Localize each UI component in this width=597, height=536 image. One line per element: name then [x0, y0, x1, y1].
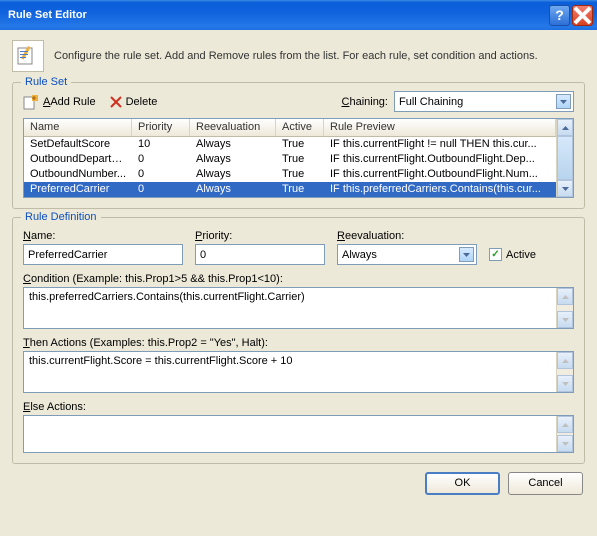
scroll-down-icon[interactable] [557, 180, 573, 197]
else-input[interactable] [23, 415, 574, 453]
else-label: Else Actions: [23, 401, 574, 413]
then-label: Then Actions (Examples: this.Prop2 = "Ye… [23, 337, 574, 349]
then-input[interactable]: this.currentFlight.Score = this.currentF… [23, 351, 574, 393]
rule-definition-group: Rule Definition Name: Priority: Reevalua… [12, 217, 585, 464]
add-rule-icon [23, 94, 39, 110]
scroll-up-icon[interactable] [557, 352, 573, 369]
table-row[interactable]: SetDefaultScore 10 Always True IF this.c… [24, 137, 556, 152]
editor-icon [12, 40, 44, 72]
col-active[interactable]: Active [276, 119, 324, 136]
then-scrollbar[interactable] [556, 352, 573, 392]
window-title: Rule Set Editor [8, 9, 547, 21]
intro-text: Configure the rule set. Add and Remove r… [54, 50, 538, 62]
chevron-down-icon [459, 247, 474, 262]
table-header: Name Priority Reevaluation Active Rule P… [24, 119, 556, 137]
chevron-down-icon [556, 94, 571, 109]
delete-icon [110, 96, 122, 108]
add-rule-label: Add Rule [50, 96, 95, 108]
reeval-label: Reevaluation: [337, 230, 477, 242]
cancel-button[interactable]: Cancel [508, 472, 583, 495]
ruleset-legend: Rule Set [21, 76, 71, 88]
condition-label: Condition (Example: this.Prop1>5 && this… [23, 273, 574, 285]
title-bar: Rule Set Editor ? [0, 0, 597, 30]
close-button[interactable] [572, 5, 593, 26]
active-label: Active [506, 249, 536, 261]
else-scrollbar[interactable] [556, 416, 573, 452]
rules-table[interactable]: Name Priority Reevaluation Active Rule P… [23, 118, 574, 198]
delete-label: Delete [126, 96, 158, 108]
priority-label: Priority: [195, 230, 325, 242]
priority-input[interactable] [195, 244, 325, 265]
table-row[interactable]: OutboundDepartu... 0 Always True IF this… [24, 152, 556, 167]
active-checkbox[interactable]: ✓ [489, 248, 502, 261]
name-label: Name: [23, 230, 183, 242]
add-rule-button[interactable]: AAdd Rule [23, 94, 96, 110]
scroll-down-icon[interactable] [557, 435, 573, 452]
ok-button[interactable]: OK [425, 472, 500, 495]
scroll-down-icon[interactable] [557, 375, 573, 392]
table-row[interactable]: OutboundNumber... 0 Always True IF this.… [24, 167, 556, 182]
delete-button[interactable]: Delete [110, 96, 158, 108]
col-reeval[interactable]: Reevaluation [190, 119, 276, 136]
condition-scrollbar[interactable] [556, 288, 573, 328]
scroll-up-icon[interactable] [557, 416, 573, 433]
definition-legend: Rule Definition [21, 211, 101, 223]
reeval-value: Always [342, 249, 459, 261]
ruleset-group: Rule Set AAdd Rule Delete Chaining: Full… [12, 82, 585, 209]
chaining-label: Chaining: [342, 96, 389, 108]
scroll-down-icon[interactable] [557, 311, 573, 328]
col-preview[interactable]: Rule Preview [324, 119, 556, 136]
col-name[interactable]: Name [24, 119, 132, 136]
col-priority[interactable]: Priority [132, 119, 190, 136]
chaining-combo[interactable]: Full Chaining [394, 91, 574, 112]
scroll-up-icon[interactable] [557, 288, 573, 305]
help-button[interactable]: ? [549, 5, 570, 26]
name-input[interactable] [23, 244, 183, 265]
reeval-combo[interactable]: Always [337, 244, 477, 265]
condition-input[interactable]: this.preferredCarriers.Contains(this.cur… [23, 287, 574, 329]
scroll-thumb[interactable] [557, 136, 573, 180]
scroll-up-icon[interactable] [557, 119, 573, 136]
table-row-selected[interactable]: PreferredCarrier 0 Always True IF this.p… [24, 182, 556, 197]
chaining-value: Full Chaining [399, 96, 556, 108]
table-scrollbar[interactable] [556, 119, 573, 197]
